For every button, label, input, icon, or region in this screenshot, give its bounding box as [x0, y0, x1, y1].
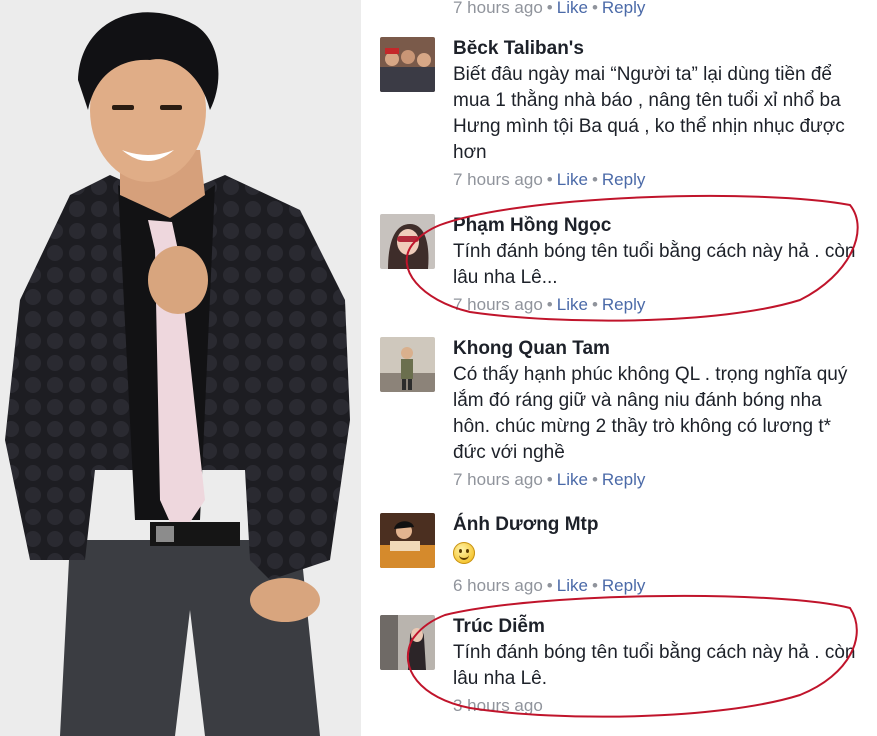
- meta-separator: •: [591, 0, 598, 17]
- like-link[interactable]: Like: [557, 0, 588, 17]
- comment-author[interactable]: Phạm Hồng Ngọc: [453, 214, 858, 238]
- comment-author[interactable]: Khong Quan Tam: [453, 337, 858, 361]
- comment-author[interactable]: Trúc Diễm: [453, 615, 858, 639]
- comment-time: 6 hours ago: [453, 576, 543, 595]
- reply-link[interactable]: Reply: [602, 170, 645, 189]
- comment-meta: 7 hours ago • Like • Reply: [453, 168, 858, 192]
- meta-separator: •: [591, 470, 598, 489]
- reply-link[interactable]: Reply: [602, 576, 645, 595]
- comment-time: 7 hours ago: [453, 170, 543, 189]
- meta-separator: •: [591, 295, 598, 314]
- comment-meta: 6 hours ago • Like • Reply: [453, 574, 858, 598]
- meta-separator: •: [546, 295, 553, 314]
- comment-text: Tính đánh bóng tên tuổi bằng cách này hả…: [453, 642, 856, 689]
- comment-text: Biết đâu ngày mai “Người ta” lại dùng ti…: [453, 64, 845, 163]
- meta-separator: •: [591, 170, 598, 189]
- comment-time: 7 hours ago: [453, 0, 543, 17]
- comment-author[interactable]: Ánh Dương Mtp: [453, 513, 858, 537]
- like-link[interactable]: Like: [557, 295, 588, 314]
- smile-emoji-icon: [453, 542, 475, 564]
- reply-link[interactable]: Reply: [602, 0, 645, 17]
- comment-author[interactable]: Bĕck Taliban's: [453, 37, 858, 61]
- reply-link[interactable]: Reply: [602, 470, 645, 489]
- comment-meta: 3 hours ago: [453, 694, 858, 718]
- comment-time: 7 hours ago: [453, 295, 543, 314]
- meta-separator: •: [591, 576, 598, 595]
- comment-meta: 7 hours ago • Like • Reply: [453, 293, 858, 317]
- meta-separator: •: [546, 0, 553, 17]
- comment-time: 3 hours ago: [453, 696, 543, 715]
- comment-text: [453, 538, 858, 572]
- avatar[interactable]: [380, 337, 435, 392]
- avatar[interactable]: [380, 615, 435, 670]
- meta-separator: •: [546, 170, 553, 189]
- meta-separator: •: [546, 576, 553, 595]
- comment-meta: 7 hours ago • Like • Reply: [453, 468, 858, 492]
- comment-text: Tính đánh bóng tên tuổi bằng cách này hả…: [453, 241, 856, 288]
- previous-comment-meta: 7 hours ago • Like • Reply: [453, 0, 645, 20]
- like-link[interactable]: Like: [557, 470, 588, 489]
- image-divider: [361, 0, 370, 736]
- singer-photo: [0, 0, 361, 736]
- like-link[interactable]: Like: [557, 170, 588, 189]
- singer-photo-illustration: [0, 0, 361, 736]
- avatar[interactable]: [380, 37, 435, 92]
- reply-link[interactable]: Reply: [602, 295, 645, 314]
- avatar[interactable]: [380, 513, 435, 568]
- avatar[interactable]: [380, 214, 435, 269]
- comment-time: 7 hours ago: [453, 470, 543, 489]
- comment-text: Có thấy hạnh phúc không QL . trọng nghĩa…: [453, 364, 848, 463]
- like-link[interactable]: Like: [557, 576, 588, 595]
- meta-separator: •: [546, 470, 553, 489]
